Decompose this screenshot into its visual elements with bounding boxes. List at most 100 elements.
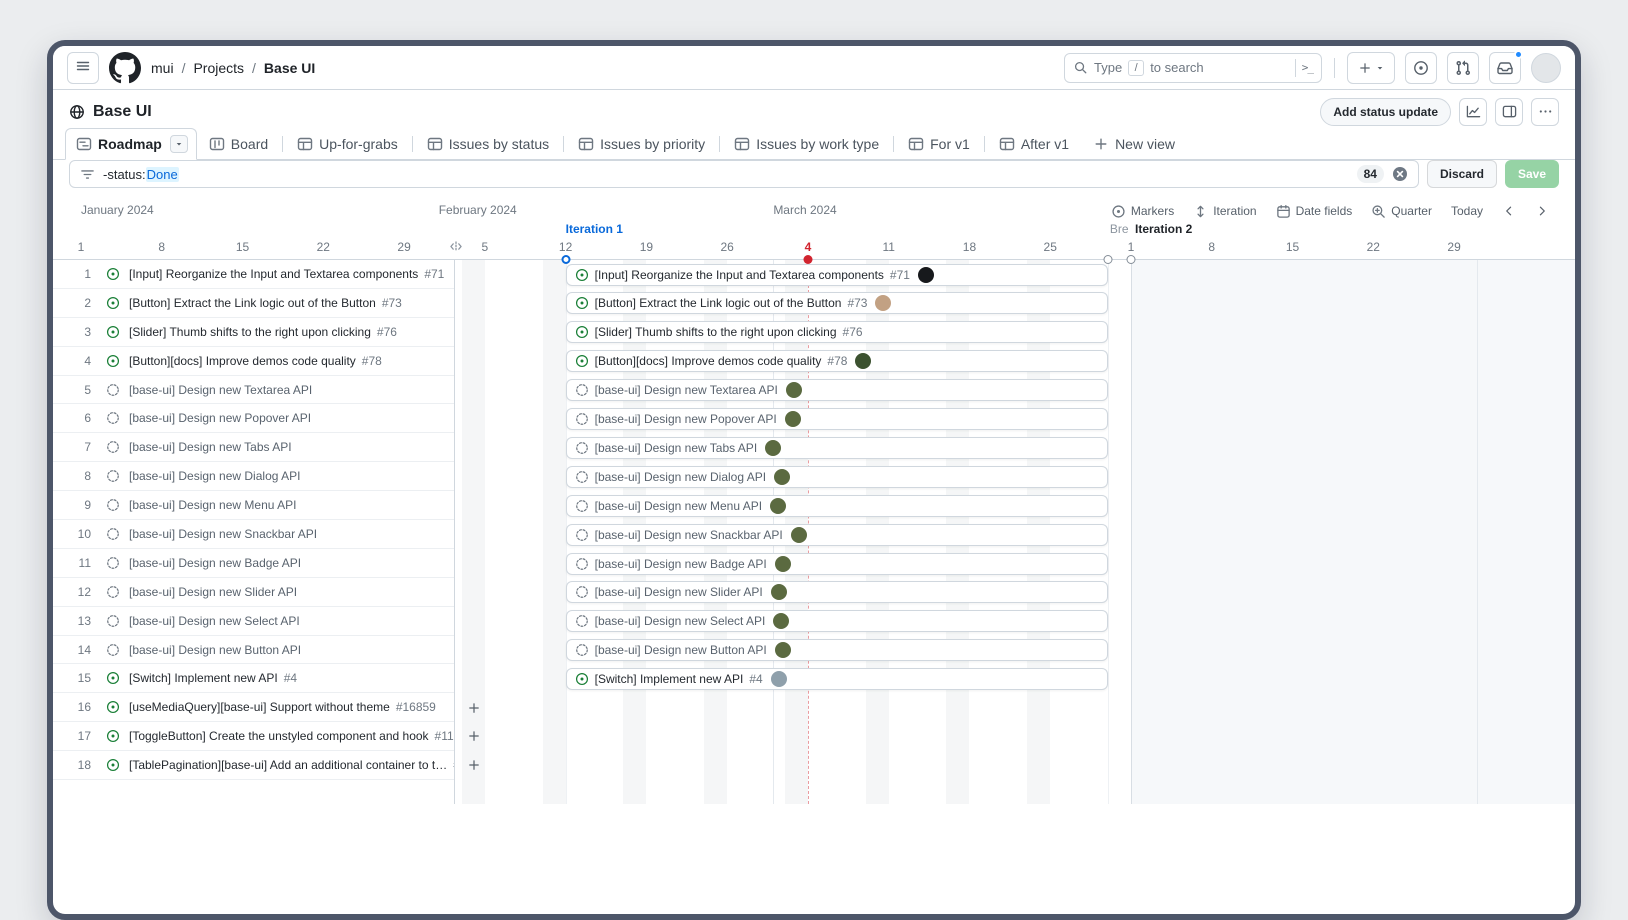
github-logo[interactable] (109, 52, 141, 84)
table-row[interactable]: 18[TablePagination][base-ui] Add an addi… (53, 751, 454, 780)
item-title[interactable]: [useMediaQuery][base-ui] Support without… (129, 700, 390, 714)
item-title[interactable]: [base-ui] Design new Textarea API (129, 383, 312, 397)
timeline-bar[interactable]: [base-ui] Design new Tabs API (566, 437, 1108, 459)
assignee-avatar[interactable] (771, 584, 787, 600)
control-today[interactable]: Today (1451, 204, 1483, 218)
item-title[interactable]: [TablePagination][base-ui] Add an additi… (129, 758, 447, 772)
table-row[interactable]: 13[base-ui] Design new Select API (53, 607, 454, 636)
timeline-bar[interactable]: [Button] Extract the Link logic out of t… (566, 292, 1108, 314)
table-row[interactable]: 7[base-ui] Design new Tabs API (53, 433, 454, 462)
timeline-bar[interactable]: [base-ui] Design new Dialog API (566, 466, 1108, 488)
iteration-2-label[interactable]: Iteration 2 (1135, 222, 1192, 236)
timeline-bar[interactable]: [Switch] Implement new API #4 (566, 668, 1108, 690)
tab-issues-by-status[interactable]: Issues by status (415, 129, 561, 159)
timeline-bar[interactable]: [base-ui] Design new Select API (566, 610, 1108, 632)
insights-button[interactable] (1459, 98, 1487, 126)
command-palette-icon[interactable]: >_ (1302, 61, 1313, 74)
control-iteration[interactable]: Iteration (1193, 204, 1256, 219)
assignee-avatar[interactable] (791, 527, 807, 543)
add-date-button[interactable] (464, 726, 484, 746)
assignee-avatar[interactable] (765, 440, 781, 456)
assignee-avatar[interactable] (774, 469, 790, 485)
tab-roadmap[interactable]: Roadmap (65, 128, 197, 160)
add-date-button[interactable] (464, 755, 484, 775)
item-title[interactable]: [base-ui] Design new Badge API (129, 556, 301, 570)
table-row[interactable]: 17[ToggleButton] Create the unstyled com… (53, 722, 454, 751)
breadcrumb-item-base-ui[interactable]: Base UI (264, 60, 315, 76)
item-title[interactable]: [ToggleButton] Create the unstyled compo… (129, 729, 429, 743)
create-new-button[interactable] (1347, 52, 1395, 84)
control-quarter[interactable]: Quarter (1371, 204, 1432, 219)
item-title[interactable]: [Input] Reorganize the Input and Textare… (129, 267, 418, 281)
project-more-options-button[interactable] (1531, 98, 1559, 126)
tab-after-v1[interactable]: After v1 (987, 129, 1081, 159)
table-row[interactable]: 9[base-ui] Design new Menu API (53, 491, 454, 520)
table-row[interactable]: 5[base-ui] Design new Textarea API (53, 376, 454, 405)
item-title[interactable]: [base-ui] Design new Tabs API (129, 440, 292, 454)
tab-options-caret[interactable] (170, 135, 188, 153)
timeline-bar[interactable]: [base-ui] Design new Slider API (566, 581, 1108, 603)
assignee-avatar[interactable] (855, 353, 871, 369)
item-title[interactable]: [Switch] Implement new API (129, 671, 278, 685)
item-title[interactable]: [base-ui] Design new Button API (129, 643, 301, 657)
tab-issues-by-priority[interactable]: Issues by priority (566, 129, 717, 159)
tab-for-v1[interactable]: For v1 (896, 129, 982, 159)
assignee-avatar[interactable] (918, 267, 934, 283)
scroll-left-button[interactable] (1502, 204, 1516, 218)
timeline-bar[interactable]: [Slider] Thumb shifts to the right upon … (566, 321, 1108, 343)
timeline-bar[interactable]: [Input] Reorganize the Input and Textare… (566, 264, 1108, 286)
add-status-update-button[interactable]: Add status update (1320, 98, 1451, 126)
timeline-bar[interactable]: [base-ui] Design new Badge API (566, 553, 1108, 575)
breadcrumb-item-projects[interactable]: Projects (193, 60, 244, 76)
issues-button[interactable] (1405, 52, 1437, 84)
assignee-avatar[interactable] (786, 382, 802, 398)
iteration-1-label[interactable]: Iteration 1 (566, 222, 623, 236)
timeline-bar[interactable]: [Button][docs] Improve demos code qualit… (566, 350, 1108, 372)
table-row[interactable]: 16[useMediaQuery][base-ui] Support witho… (53, 693, 454, 722)
table-row[interactable]: 2[Button] Extract the Link logic out of … (53, 289, 454, 318)
search-input[interactable]: Type / to search >_ (1064, 53, 1322, 83)
inbox-button[interactable] (1489, 52, 1521, 84)
timeline-bar[interactable]: [base-ui] Design new Textarea API (566, 379, 1108, 401)
item-title[interactable]: [base-ui] Design new Slider API (129, 585, 297, 599)
pull-requests-button[interactable] (1447, 52, 1479, 84)
clear-filter-button[interactable] (1392, 166, 1408, 182)
add-date-button[interactable] (464, 698, 484, 718)
discard-button[interactable]: Discard (1427, 160, 1497, 188)
table-row[interactable]: 10[base-ui] Design new Snackbar API (53, 520, 454, 549)
side-panel-button[interactable] (1495, 98, 1523, 126)
table-row[interactable]: 6[base-ui] Design new Popover API (53, 404, 454, 433)
breadcrumb-item-mui[interactable]: mui (151, 60, 174, 76)
user-avatar[interactable] (1531, 53, 1561, 83)
item-title[interactable]: [base-ui] Design new Snackbar API (129, 527, 317, 541)
item-title[interactable]: [Slider] Thumb shifts to the right upon … (129, 325, 371, 339)
timeline-bar[interactable]: [base-ui] Design new Snackbar API (566, 524, 1108, 546)
item-title[interactable]: [base-ui] Design new Select API (129, 614, 300, 628)
assignee-avatar[interactable] (785, 411, 801, 427)
save-button[interactable]: Save (1505, 160, 1559, 188)
assignee-avatar[interactable] (773, 613, 789, 629)
timeline-bar[interactable]: [base-ui] Design new Menu API (566, 495, 1108, 517)
assignee-avatar[interactable] (775, 642, 791, 658)
tab-board[interactable]: Board (197, 129, 280, 159)
pane-resize-handle[interactable] (449, 239, 464, 254)
table-row[interactable]: 15[Switch] Implement new API#4 (53, 664, 454, 693)
tab-issues-by-work-type[interactable]: Issues by work type (722, 129, 891, 159)
table-row[interactable]: 8[base-ui] Design new Dialog API (53, 462, 454, 491)
control-markers[interactable]: Markers (1111, 204, 1174, 219)
timeline-bar[interactable]: [base-ui] Design new Button API (566, 639, 1108, 661)
filter-input[interactable]: -status:Done 84 (69, 160, 1419, 188)
table-row[interactable]: 11[base-ui] Design new Badge API (53, 549, 454, 578)
assignee-avatar[interactable] (775, 556, 791, 572)
tab-new-view[interactable]: New view (1081, 129, 1187, 159)
item-title[interactable]: [Button] Extract the Link logic out of t… (129, 296, 376, 310)
table-row[interactable]: 1[Input] Reorganize the Input and Textar… (53, 260, 454, 289)
hamburger-menu-button[interactable] (67, 52, 99, 84)
table-row[interactable]: 4[Button][docs] Improve demos code quali… (53, 347, 454, 376)
scroll-right-button[interactable] (1535, 204, 1549, 218)
assignee-avatar[interactable] (770, 498, 786, 514)
item-title[interactable]: [base-ui] Design new Menu API (129, 498, 296, 512)
assignee-avatar[interactable] (875, 295, 891, 311)
table-row[interactable]: 3[Slider] Thumb shifts to the right upon… (53, 318, 454, 347)
item-title[interactable]: [base-ui] Design new Popover API (129, 411, 311, 425)
